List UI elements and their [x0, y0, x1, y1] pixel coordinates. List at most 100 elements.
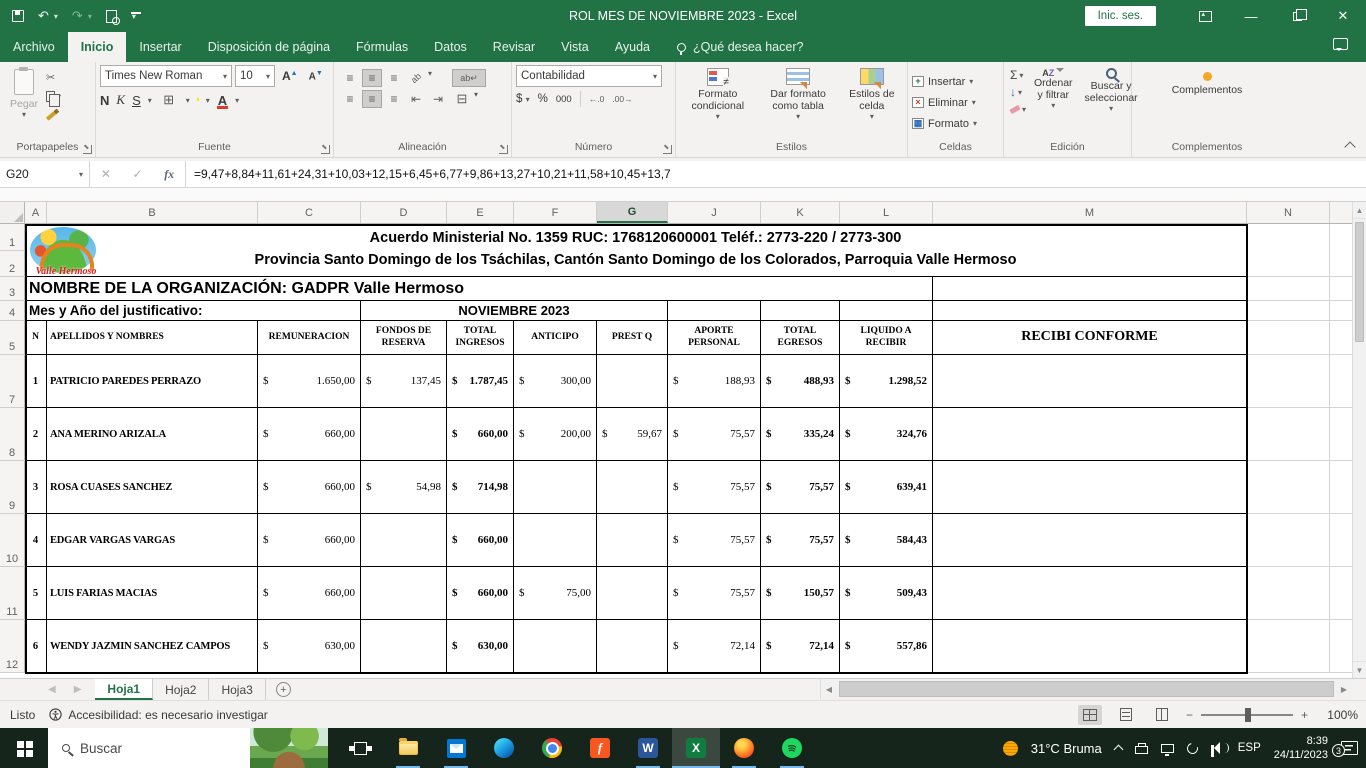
- conditional-formatting-button[interactable]: Formato condicional▾: [680, 65, 756, 140]
- minimize-button[interactable]: —: [1228, 0, 1274, 32]
- cell-aporte[interactable]: $72,14: [668, 620, 761, 673]
- cell-anticipo[interactable]: $300,00: [514, 355, 597, 408]
- cell-firma[interactable]: [933, 567, 1247, 620]
- cell-period-value[interactable]: NOVIEMBRE 2023: [361, 301, 668, 321]
- header-n[interactable]: N: [25, 321, 47, 355]
- cell-liquido[interactable]: $509,43: [840, 567, 933, 620]
- sync-tray-icon[interactable]: [1184, 740, 1200, 756]
- cell-remuneracion[interactable]: $660,00: [258, 567, 361, 620]
- cell-prestq[interactable]: $: [597, 461, 668, 514]
- tab-formulas[interactable]: Fórmulas: [343, 32, 421, 62]
- merge-center-button[interactable]: [452, 90, 472, 108]
- taskbar-spotify[interactable]: [768, 728, 816, 768]
- col-header-d[interactable]: D: [361, 202, 447, 223]
- cell-egresos[interactable]: $75,57: [761, 461, 840, 514]
- collapse-ribbon-icon[interactable]: [1344, 141, 1356, 153]
- cell-firma[interactable]: [933, 620, 1247, 673]
- sign-in-button[interactable]: Inic. ses.: [1084, 6, 1156, 26]
- row-header[interactable]: 5: [0, 321, 25, 355]
- cell-egresos[interactable]: $150,57: [761, 567, 840, 620]
- scroll-left-icon[interactable]: ◀: [821, 679, 837, 699]
- sheet-tab-hoja3[interactable]: Hoja3: [209, 679, 266, 700]
- zoom-slider[interactable]: [1200, 707, 1293, 722]
- format-cells-button[interactable]: ▦ Formato ▾: [912, 115, 999, 132]
- action-center-icon[interactable]: 3: [1332, 741, 1358, 757]
- cell-liquido[interactable]: $1.298,52: [840, 355, 933, 408]
- header-remuneracion[interactable]: REMUNERACION: [258, 321, 361, 355]
- cell-prestq[interactable]: $59,67: [597, 408, 668, 461]
- taskbar-search[interactable]: Buscar: [48, 728, 328, 768]
- cell-empty[interactable]: [933, 277, 1247, 301]
- font-size-select[interactable]: 10 ▾: [235, 65, 275, 87]
- cell-fondos[interactable]: $: [361, 567, 447, 620]
- cell-n[interactable]: 2: [25, 408, 47, 461]
- cell-anticipo[interactable]: $: [514, 620, 597, 673]
- cell-egresos[interactable]: $72,14: [761, 620, 840, 673]
- cell-n[interactable]: 3: [25, 461, 47, 514]
- cell-anticipo[interactable]: $: [514, 514, 597, 567]
- taskbar-mail[interactable]: [432, 728, 480, 768]
- row-header[interactable]: 9: [0, 461, 25, 514]
- col-header-k[interactable]: K: [761, 202, 840, 223]
- cut-button[interactable]: [46, 70, 61, 85]
- cell-styles-button[interactable]: Estilos de celda ▾: [841, 65, 903, 140]
- row-header[interactable]: 8: [0, 408, 25, 461]
- col-header-l[interactable]: L: [840, 202, 933, 223]
- orientation-button[interactable]: [406, 69, 426, 87]
- cell-liquido[interactable]: $557,86: [840, 620, 933, 673]
- row-header[interactable]: 2: [0, 251, 25, 277]
- col-header-m[interactable]: M: [933, 202, 1247, 223]
- col-header-n[interactable]: N: [1247, 202, 1330, 223]
- cell-prestq[interactable]: $: [597, 567, 668, 620]
- task-view-button[interactable]: [336, 728, 384, 768]
- col-header-c[interactable]: C: [258, 202, 361, 223]
- decrease-font-icon[interactable]: A▼: [305, 70, 327, 82]
- addins-button[interactable]: Complementos: [1164, 65, 1251, 140]
- tab-revisar[interactable]: Revisar: [480, 32, 548, 62]
- ribbon-display-options-button[interactable]: [1182, 0, 1228, 32]
- align-center-button[interactable]: [362, 90, 382, 108]
- cell-remuneracion[interactable]: $660,00: [258, 461, 361, 514]
- select-all-corner[interactable]: [0, 202, 25, 223]
- cell-egresos[interactable]: $335,24: [761, 408, 840, 461]
- cell-name[interactable]: LUIS FARIAS MACIAS: [47, 567, 258, 620]
- cell-fondos[interactable]: $137,45: [361, 355, 447, 408]
- insert-function-icon[interactable]: fx: [164, 167, 174, 182]
- cell-firma[interactable]: [933, 461, 1247, 514]
- undo-icon[interactable]: ↶: [38, 8, 49, 24]
- cell-ingresos[interactable]: $630,00: [447, 620, 514, 673]
- cell-egresos[interactable]: $75,57: [761, 514, 840, 567]
- save-icon[interactable]: [12, 10, 24, 22]
- bold-button[interactable]: N: [100, 93, 109, 108]
- page-layout-view-button[interactable]: [1114, 705, 1138, 725]
- increase-font-icon[interactable]: A▲: [278, 69, 302, 83]
- col-header-b[interactable]: B: [47, 202, 258, 223]
- tab-insertar[interactable]: Insertar: [126, 32, 194, 62]
- header-aporte[interactable]: APORTE PERSONAL: [668, 321, 761, 355]
- zoom-out-icon[interactable]: −: [1186, 708, 1193, 722]
- col-header-e[interactable]: E: [447, 202, 514, 223]
- zoom-in-icon[interactable]: +: [1301, 708, 1308, 722]
- header-fondos[interactable]: FONDOS DE RESERVA: [361, 321, 447, 355]
- cell-n[interactable]: 4: [25, 514, 47, 567]
- sheet-tab-hoja1[interactable]: Hoja1: [95, 679, 154, 700]
- cell-n[interactable]: 1: [25, 355, 47, 408]
- row-header[interactable]: 3: [0, 277, 25, 301]
- align-left-button[interactable]: [340, 90, 360, 108]
- show-hidden-icons-icon[interactable]: [1113, 744, 1124, 755]
- fill-button[interactable]: ↓ ▾: [1010, 84, 1026, 100]
- cell-empty[interactable]: [933, 301, 1247, 321]
- increase-indent-button[interactable]: [428, 90, 448, 108]
- header-recibi[interactable]: RECIBI CONFORME: [933, 321, 1247, 355]
- header-anticipo[interactable]: ANTICIPO: [514, 321, 597, 355]
- cell-remuneracion[interactable]: $630,00: [258, 620, 361, 673]
- cell-name[interactable]: ROSA CUASES SANCHEZ: [47, 461, 258, 514]
- alignment-dialog-launcher-icon[interactable]: [499, 145, 508, 154]
- close-button[interactable]: ✕: [1320, 0, 1366, 32]
- tell-me-search[interactable]: ¿Qué desea hacer?: [663, 32, 818, 62]
- start-button[interactable]: [0, 728, 48, 768]
- customize-toolbar-icon[interactable]: [130, 12, 141, 21]
- taskbar-excel-active[interactable]: X: [672, 728, 720, 768]
- formula-input[interactable]: =9,47+8,84+11,61+24,31+10,03+12,15+6,45+…: [186, 161, 1366, 187]
- undo-caret-icon[interactable]: ▾: [54, 12, 58, 21]
